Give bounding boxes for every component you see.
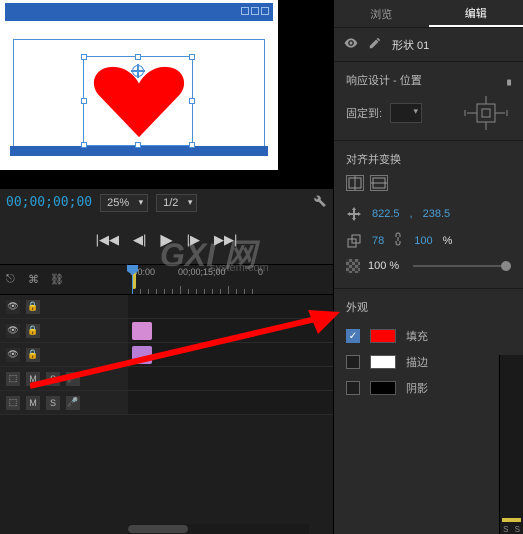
fill-label: 填充	[406, 328, 428, 344]
link-scale-icon[interactable]	[394, 232, 404, 249]
stroke-swatch[interactable]	[370, 355, 396, 369]
go-to-in-icon[interactable]: |◀◀	[96, 232, 119, 248]
shadow-label: 阴影	[406, 380, 428, 396]
audio-meter: S S	[499, 355, 523, 534]
position-icon	[346, 206, 362, 222]
tab-edit[interactable]: 编辑	[429, 0, 523, 27]
mute-toggle[interactable]: M	[26, 396, 40, 410]
eye-icon[interactable]	[344, 36, 358, 53]
stroke-checkbox[interactable]	[346, 355, 360, 369]
opacity-slider[interactable]	[413, 265, 511, 267]
go-to-out-icon[interactable]: ▶▶|	[214, 232, 237, 248]
scale-w[interactable]: 78	[372, 235, 384, 247]
lock-toggle[interactable]: 🔒	[26, 324, 40, 338]
audio-track-row: ⬚ M S 🎤	[0, 391, 333, 415]
shape-name[interactable]: 形状 01	[392, 37, 429, 53]
fill-swatch[interactable]	[370, 329, 396, 343]
collapse-icon[interactable]: ▗	[503, 75, 511, 86]
appearance-title: 外观	[346, 299, 368, 315]
shadow-checkbox[interactable]	[346, 381, 360, 395]
transform-title: 对齐并变换	[346, 151, 401, 167]
visibility-toggle[interactable]: 👁	[6, 348, 20, 362]
audio-track-row: ⬚ M S 🎤	[0, 367, 333, 391]
track-row: 👁 🔒	[0, 343, 333, 367]
opacity-value[interactable]: 100 %	[368, 260, 399, 272]
quality-dropdown[interactable]: 1/2	[156, 194, 197, 212]
scale-h[interactable]: 100	[414, 235, 432, 247]
pin-label: 固定到:	[346, 105, 382, 121]
record-toggle[interactable]: ⬚	[6, 396, 20, 410]
playback-controls: |◀◀ ◀| ▶ |▶ ▶▶|	[0, 216, 333, 264]
track-row: 👁 🔒	[0, 319, 333, 343]
pen-icon[interactable]	[368, 36, 382, 53]
timeline-scrollbar[interactable]	[128, 524, 309, 534]
timeline-tool-icon[interactable]: ⎋	[6, 273, 20, 287]
program-monitor	[0, 0, 333, 188]
clip[interactable]	[132, 322, 152, 340]
pin-diagram[interactable]	[461, 96, 511, 130]
responsive-title: 响应设计 - 位置	[346, 72, 422, 88]
play-icon[interactable]: ▶	[160, 230, 172, 250]
zoom-dropdown[interactable]: 25%	[100, 194, 148, 212]
time-ruler[interactable]: :00:00 00;00;15;00 0	[128, 265, 333, 294]
settings-icon[interactable]	[313, 194, 327, 211]
preview-canvas[interactable]	[0, 0, 278, 170]
track-row: 👁 🔒	[0, 295, 333, 319]
position-y[interactable]: 238.5	[423, 208, 451, 220]
scale-unit: %	[443, 235, 453, 247]
shadow-swatch[interactable]	[370, 381, 396, 395]
link-icon[interactable]: ⛓	[50, 273, 64, 287]
pin-dropdown[interactable]	[390, 103, 422, 123]
lock-toggle[interactable]: 🔒	[26, 300, 40, 314]
record-toggle[interactable]: ⬚	[6, 372, 20, 386]
snap-icon[interactable]: ⌘	[28, 273, 42, 287]
timeline-panel: ⎋ ⌘ ⛓ :00:00 00;00;15;00 0	[0, 264, 333, 534]
step-back-icon[interactable]: ◀|	[133, 232, 146, 248]
voice-icon[interactable]: 🎤	[66, 372, 80, 386]
tab-browse[interactable]: 浏览	[334, 0, 429, 27]
align-horizontal-icon[interactable]	[346, 175, 364, 191]
timecode-display[interactable]: 00;00;00;00	[6, 195, 92, 210]
lock-toggle[interactable]: 🔒	[26, 348, 40, 362]
stroke-label: 描边	[406, 354, 428, 370]
shape-selection[interactable]	[83, 56, 193, 146]
mute-toggle[interactable]: M	[26, 372, 40, 386]
align-vertical-icon[interactable]	[370, 175, 388, 191]
solo-toggle[interactable]: S	[46, 396, 60, 410]
opacity-icon	[346, 259, 360, 273]
playhead[interactable]	[132, 265, 133, 294]
clip[interactable]	[132, 346, 152, 364]
preview-titlebar	[5, 3, 273, 21]
anchor-point-icon[interactable]	[132, 65, 144, 77]
visibility-toggle[interactable]: 👁	[6, 300, 20, 314]
visibility-toggle[interactable]: 👁	[6, 324, 20, 338]
solo-toggle[interactable]: S	[46, 372, 60, 386]
fill-checkbox[interactable]	[346, 329, 360, 343]
properties-panel: 浏览 编辑 形状 01 响应设计 - 位置 ▗ 固定到:	[333, 0, 523, 534]
scale-icon	[346, 233, 362, 249]
voice-icon[interactable]: 🎤	[66, 396, 80, 410]
transport-bar: 00;00;00;00 25% 1/2	[0, 188, 333, 216]
position-x[interactable]: 822.5	[372, 208, 400, 220]
step-forward-icon[interactable]: |▶	[187, 232, 200, 248]
